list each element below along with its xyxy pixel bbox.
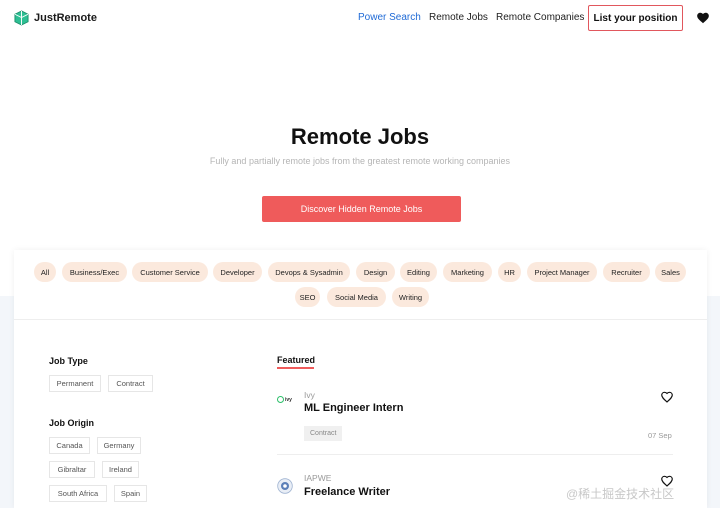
iapwe-logo-icon[interactable] xyxy=(277,478,293,494)
chip-business-exec[interactable]: Business/Exec xyxy=(62,262,127,282)
filter-permanent[interactable]: Permanent xyxy=(49,375,101,392)
top-header: JustRemote Power Search Remote Jobs Remo… xyxy=(0,0,720,38)
page-subtitle: Fully and partially remote jobs from the… xyxy=(209,156,511,166)
filter-canada[interactable]: Canada xyxy=(49,437,90,454)
job-company: Ivy xyxy=(304,390,315,400)
chip-sales[interactable]: Sales xyxy=(655,262,686,282)
job-type-tag: Contract xyxy=(304,426,343,441)
favorite-heart-icon[interactable] xyxy=(660,390,674,404)
chip-social-media[interactable]: Social Media xyxy=(327,287,386,307)
filter-spain[interactable]: Spain xyxy=(114,485,147,502)
job-title[interactable]: Freelance Writer xyxy=(304,486,390,498)
nav-remote-companies[interactable]: Remote Companies xyxy=(496,12,584,23)
chip-customer-service[interactable]: Customer Service xyxy=(132,262,208,282)
job-title[interactable]: ML Engineer Intern xyxy=(304,402,403,414)
ivy-logo-icon xyxy=(277,396,284,403)
job-type-heading: Job Type xyxy=(49,356,88,366)
job-date: 07 Sep xyxy=(648,431,672,440)
filter-gibraltar[interactable]: Gibraltar xyxy=(49,461,95,478)
chip-devops-sysadmin[interactable]: Devops & Sysadmin xyxy=(268,262,350,282)
cube-logo-icon xyxy=(14,10,29,26)
chip-seo[interactable]: SEO xyxy=(295,287,320,307)
list-position-button[interactable]: List your position xyxy=(588,5,683,31)
filter-ireland[interactable]: Ireland xyxy=(102,461,139,478)
page-title: Remote Jobs xyxy=(290,124,430,149)
chip-all[interactable]: All xyxy=(34,262,56,282)
brand-name: JustRemote xyxy=(34,12,97,24)
ivy-logo-text: ivy xyxy=(285,396,292,403)
filter-contract[interactable]: Contract xyxy=(108,375,153,392)
category-chips: All Business/Exec Customer Service Devel… xyxy=(14,250,707,320)
job-divider xyxy=(277,454,673,455)
chip-writing[interactable]: Writing xyxy=(392,287,429,307)
filter-germany[interactable]: Germany xyxy=(97,437,141,454)
chip-recruiter[interactable]: Recruiter xyxy=(603,262,650,282)
chip-hr[interactable]: HR xyxy=(498,262,521,282)
nav-power-search[interactable]: Power Search xyxy=(358,12,421,23)
chip-editing[interactable]: Editing xyxy=(400,262,437,282)
heart-icon[interactable] xyxy=(696,11,710,25)
chip-marketing[interactable]: Marketing xyxy=(443,262,492,282)
nav-remote-jobs[interactable]: Remote Jobs xyxy=(429,12,488,23)
featured-underline xyxy=(277,367,314,369)
filter-south-africa[interactable]: South Africa xyxy=(49,485,107,502)
discover-hidden-jobs-button[interactable]: Discover Hidden Remote Jobs xyxy=(262,196,461,222)
chip-project-manager[interactable]: Project Manager xyxy=(527,262,597,282)
brand-logo[interactable]: JustRemote xyxy=(14,10,97,26)
job-origin-heading: Job Origin xyxy=(49,418,94,428)
jobs-card: All Business/Exec Customer Service Devel… xyxy=(14,250,707,508)
featured-heading: Featured xyxy=(277,355,316,365)
watermark: @稀土掘金技术社区 xyxy=(566,487,675,501)
job-company: IAPWE xyxy=(304,473,332,483)
ivy-logo[interactable]: ivy xyxy=(277,396,292,403)
chip-design[interactable]: Design xyxy=(356,262,395,282)
chip-developer[interactable]: Developer xyxy=(213,262,262,282)
